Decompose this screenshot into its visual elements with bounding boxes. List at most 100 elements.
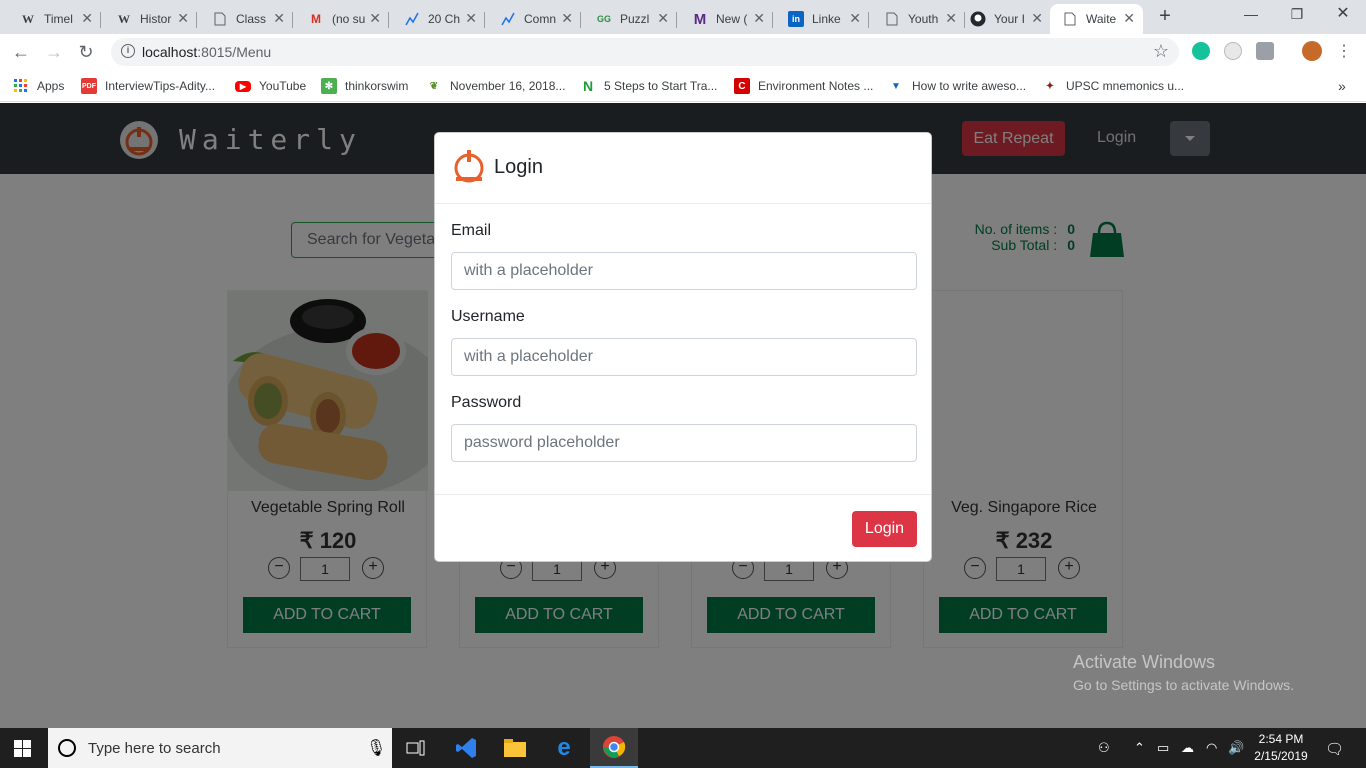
close-icon[interactable]: ✕	[1031, 10, 1043, 27]
upsc-icon: ✦	[1045, 80, 1055, 92]
gfg-icon: GG	[596, 14, 611, 24]
bookmark-item[interactable]: ✦ UPSC mnemonics u...	[1042, 77, 1184, 95]
wikipedia-icon: W	[118, 11, 130, 26]
close-icon[interactable]: ✕	[657, 10, 669, 27]
browser-tab[interactable]: M (no su ✕	[296, 4, 389, 34]
chrome-icon[interactable]	[590, 728, 638, 768]
password-field[interactable]: password placeholder	[451, 424, 917, 462]
battery-icon[interactable]: ▭	[1157, 740, 1169, 756]
browser-tab[interactable]: W Histor ✕	[104, 4, 197, 34]
wifi-icon[interactable]: ◠	[1206, 740, 1217, 756]
password-label: Password	[451, 394, 522, 411]
close-window-icon[interactable]: ✕	[1320, 0, 1366, 30]
bookmark-item[interactable]: ▶ YouTube	[235, 77, 306, 95]
linkedin-icon: in	[788, 11, 804, 27]
edge-icon[interactable]: e	[540, 728, 588, 768]
microphone-icon[interactable]: 🎙	[366, 738, 386, 758]
close-icon[interactable]: ✕	[465, 10, 477, 27]
new-tab-button[interactable]: +	[1154, 4, 1176, 30]
browser-tab-strip: W Timel ✕ W Histor ✕ Class ✕ M (no su ✕ 20 Ch ✕ …	[0, 0, 1366, 34]
people-icon[interactable]: ⚇	[1098, 740, 1110, 756]
document-icon	[884, 11, 900, 27]
taskbar-search-input[interactable]: Type here to search 🎙	[48, 728, 392, 768]
waiter-logo-icon	[451, 148, 487, 184]
windows-start-icon[interactable]	[14, 740, 31, 757]
email-field[interactable]: with a placeholder	[451, 252, 917, 290]
modal-header: Login	[435, 133, 931, 204]
vscode-icon[interactable]	[442, 728, 490, 768]
bookmark-item[interactable]: N5 Steps to Start Tra...	[580, 77, 717, 95]
browser-tab[interactable]: Class ✕	[200, 4, 293, 34]
onedrive-icon[interactable]: ☁	[1181, 740, 1194, 756]
chevron-up-icon[interactable]: ⌃	[1134, 740, 1145, 756]
file-explorer-icon[interactable]	[491, 728, 539, 768]
login-modal: Login Email with a placeholder Username …	[434, 132, 932, 562]
bookmark-star-icon[interactable]: ☆	[1153, 41, 1169, 62]
close-icon[interactable]: ✕	[753, 10, 765, 27]
close-icon[interactable]: ✕	[81, 10, 93, 27]
login-submit-button[interactable]: Login	[852, 511, 917, 547]
close-icon[interactable]: ✕	[273, 10, 285, 27]
task-view-icon[interactable]	[392, 728, 440, 768]
thinkorswim-icon: ✻	[321, 78, 337, 94]
puzzle-extension-icon[interactable]	[1256, 42, 1274, 60]
youtube-icon: ▶	[235, 80, 251, 92]
bookmark-item[interactable]: C Environment Notes ...	[734, 77, 873, 95]
restore-icon[interactable]: ❐	[1274, 0, 1320, 30]
browser-tab-active[interactable]: Waite ✕	[1050, 4, 1143, 34]
wikipedia-icon: W	[22, 11, 34, 26]
browser-tab[interactable]: GG Puzzl ✕	[584, 4, 677, 34]
info-icon[interactable]: i	[121, 44, 135, 58]
close-icon[interactable]: ✕	[369, 10, 381, 27]
minimize-icon[interactable]: —	[1228, 0, 1274, 30]
back-icon[interactable]: ←	[9, 40, 33, 64]
gmail-icon: M	[311, 12, 321, 26]
browser-tab[interactable]: in Linke ✕	[776, 4, 869, 34]
forward-icon[interactable]: →	[42, 40, 66, 64]
menu-dots-icon[interactable]: ⋮	[1332, 40, 1356, 64]
system-clock[interactable]: 2:54 PM 2/15/2019	[1251, 731, 1311, 765]
notification-icon[interactable]: 🗨	[1325, 740, 1344, 758]
modal-title: Login	[494, 156, 543, 178]
address-bar[interactable]: i localhost:8015/Menu ☆	[111, 38, 1179, 66]
browser-tab[interactable]: 20 Ch ✕	[392, 4, 485, 34]
volume-icon[interactable]: 🔊	[1228, 740, 1244, 756]
pdf-icon: PDF	[81, 78, 97, 94]
bookmark-item[interactable]: Apps	[13, 77, 64, 95]
avatar[interactable]	[1302, 41, 1322, 61]
bookmark-item[interactable]: PDF InterviewTips-Adity...	[81, 77, 215, 95]
close-icon[interactable]: ✕	[177, 10, 189, 27]
leaf-icon: ❦	[429, 80, 439, 92]
browser-tab[interactable]: Comn ✕	[488, 4, 581, 34]
close-icon[interactable]: ✕	[561, 10, 573, 27]
browser-tab[interactable]: W Timel ✕	[8, 4, 101, 34]
close-icon[interactable]: ✕	[945, 10, 957, 27]
username-label: Username	[451, 308, 525, 325]
medium-icon: M	[693, 10, 707, 28]
username-field[interactable]: with a placeholder	[451, 338, 917, 376]
modal-footer: Login	[435, 494, 931, 563]
apps-grid-icon	[13, 78, 29, 94]
document-icon	[1062, 11, 1078, 27]
browser-tab[interactable]: M New (✕	[680, 4, 773, 34]
reload-icon[interactable]: ↻	[74, 40, 98, 64]
close-icon[interactable]: ✕	[849, 10, 861, 27]
bookmarks-bar: Apps PDF InterviewTips-Adity... ▶ YouTube …	[0, 70, 1366, 102]
document-icon	[212, 11, 228, 27]
browser-toolbar: ← → ↻ i localhost:8015/Menu ☆ ⋮	[0, 34, 1366, 70]
web-page: Waiterly Eat Repeat Login Search for Veg…	[0, 103, 1366, 728]
cortana-icon	[58, 739, 76, 757]
chart-icon	[500, 11, 516, 27]
grammarly-icon[interactable]	[1192, 42, 1210, 60]
extension-icon[interactable]	[1224, 42, 1242, 60]
browser-tab[interactable]: Youth ✕	[872, 4, 965, 34]
github-icon	[970, 11, 986, 27]
bookmark-item[interactable]: ▼ How to write aweso...	[888, 77, 1026, 95]
browser-tab[interactable]: Your I ✕	[958, 4, 1051, 34]
close-icon[interactable]: ✕	[1123, 10, 1135, 27]
bookmark-item[interactable]: ❦ November 16, 2018...	[426, 77, 566, 95]
bookmark-item[interactable]: ✻ thinkorswim	[321, 77, 408, 95]
more-bookmarks-button[interactable]: »	[1338, 77, 1346, 95]
chart-icon	[404, 11, 420, 27]
email-label: Email	[451, 222, 492, 239]
